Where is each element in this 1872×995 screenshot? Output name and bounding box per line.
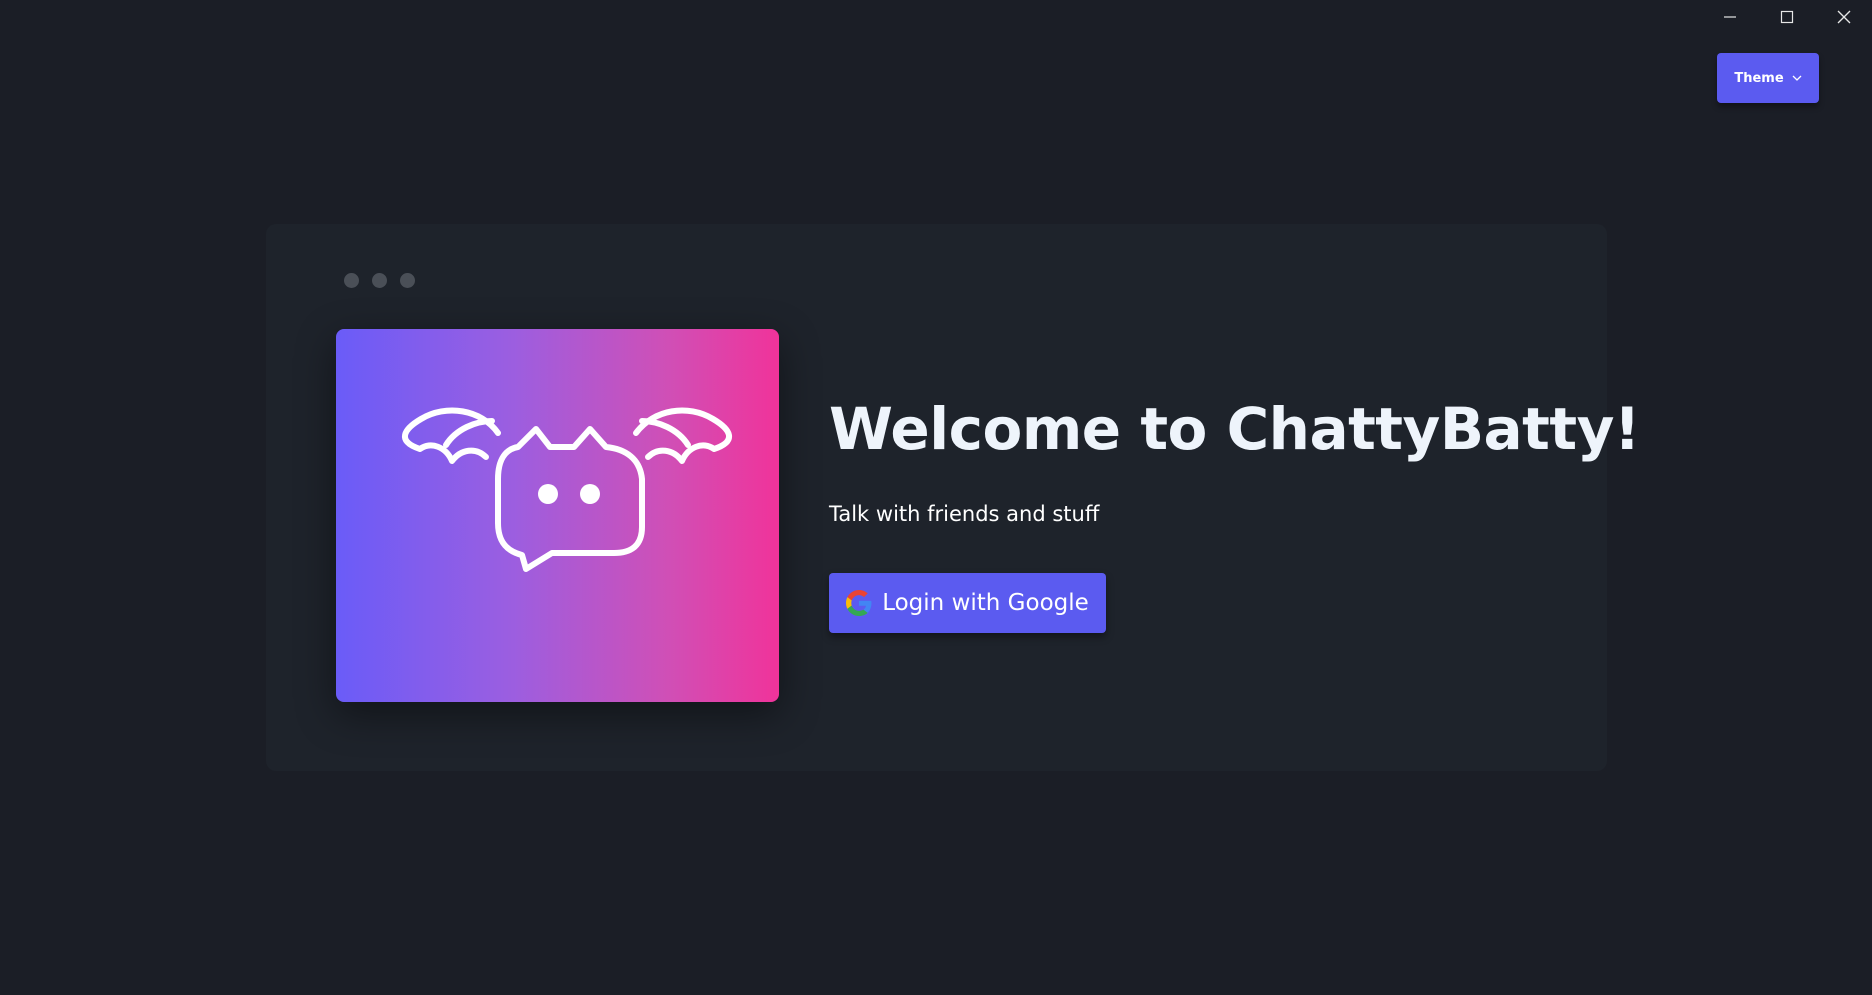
welcome-card: Welcome to ChattyBatty! Talk with friend… <box>266 224 1640 771</box>
google-g-icon <box>846 590 872 616</box>
window-controls <box>1701 0 1872 34</box>
page-title: Welcome to ChattyBatty! <box>829 395 1640 463</box>
theme-label: Theme <box>1734 70 1784 86</box>
theme-dropdown-button[interactable]: Theme <box>1717 53 1819 103</box>
minimize-button[interactable] <box>1701 0 1758 34</box>
minimize-icon <box>1723 16 1736 18</box>
maximize-icon <box>1780 10 1793 24</box>
maximize-button[interactable] <box>1758 0 1815 34</box>
login-with-google-button[interactable]: Login with Google <box>829 573 1106 633</box>
logo-panel <box>336 329 779 702</box>
close-icon <box>1837 10 1850 24</box>
bat-chat-bubble-logo <box>402 407 732 572</box>
close-button[interactable] <box>1815 0 1872 34</box>
dot <box>344 273 359 288</box>
window-dots <box>344 273 415 288</box>
dot <box>372 273 387 288</box>
dot <box>400 273 415 288</box>
chevron-down-icon <box>1792 75 1802 81</box>
page-subtitle: Talk with friends and stuff <box>829 502 1100 526</box>
login-label: Login with Google <box>882 590 1089 616</box>
